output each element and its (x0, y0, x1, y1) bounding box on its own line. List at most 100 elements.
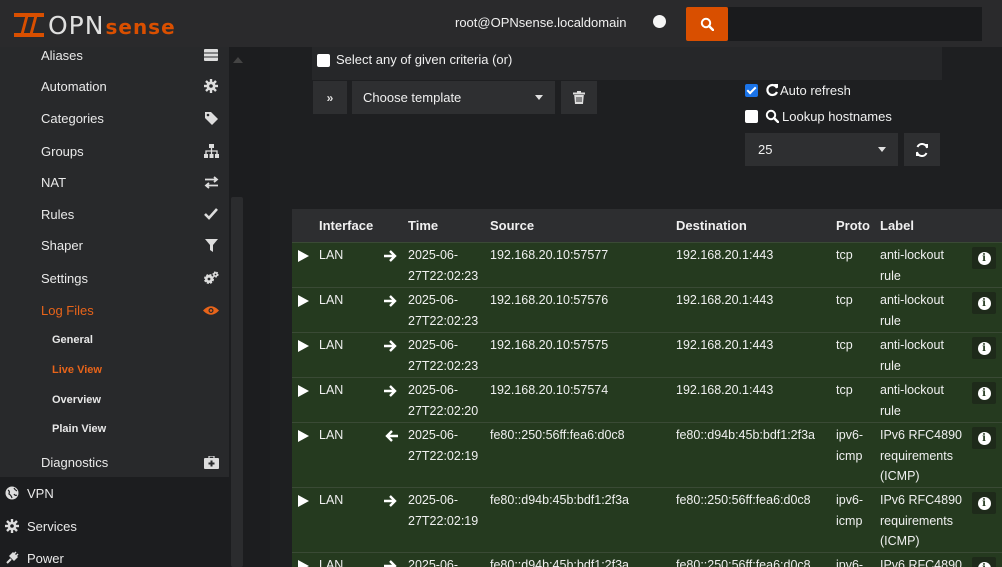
page-size-select[interactable]: 25 (745, 133, 898, 166)
sidebar-item-groups[interactable]: Groups (0, 135, 229, 167)
info-icon: i (977, 431, 991, 445)
play-icon[interactable] (298, 430, 309, 442)
sidebar-item-label: Rules (41, 206, 75, 222)
row-info-button[interactable]: i (972, 247, 996, 269)
play-icon[interactable] (298, 250, 309, 262)
delete-template-button[interactable] (561, 81, 597, 114)
play-icon[interactable] (298, 385, 309, 397)
criteria-or-checkbox[interactable] (317, 54, 330, 67)
status-indicator[interactable] (653, 15, 666, 28)
sidebar-item-power[interactable]: Power (0, 542, 229, 567)
opnsense-logo[interactable]: OPNsense (14, 10, 176, 40)
row-info-button[interactable]: i (972, 337, 996, 359)
table-row[interactable]: LAN 2025-06- 27T22:02:23 192.168.20.10:5… (292, 287, 1002, 332)
search-button[interactable] (686, 7, 728, 41)
search-input[interactable] (728, 7, 982, 41)
arrow-left-icon (385, 430, 398, 442)
sidebar-item-nat[interactable]: NAT (0, 166, 229, 198)
user-account-link[interactable]: root@OPNsense.localdomain (455, 15, 626, 30)
refresh-button[interactable] (904, 133, 940, 166)
play-icon[interactable] (298, 560, 309, 567)
sidebar-subitem-label: Live View (52, 364, 102, 376)
auto-refresh-label: Auto refresh (780, 83, 851, 98)
refresh-icon (766, 83, 779, 97)
row-info-button[interactable]: i (972, 427, 996, 449)
sidebar-subitem-label: General (52, 334, 93, 346)
row-info-button[interactable]: i (972, 382, 996, 404)
sidebar-subitem-live-view[interactable]: Live View (0, 355, 229, 385)
info-icon: i (977, 386, 991, 400)
sidebar-item-automation[interactable]: Automation (0, 70, 229, 102)
row-proto: icmp (836, 514, 863, 528)
sidebar-item-label: VPN (27, 485, 54, 501)
sidebar-item-diagnostics[interactable]: Diagnostics (0, 446, 229, 478)
sidebar-item-services[interactable]: Services (0, 510, 229, 542)
table-row[interactable]: LAN 2025-06- 27T22:02:23 192.168.20.10:5… (292, 332, 1002, 377)
sidebar-subitem-general[interactable]: General (0, 325, 229, 355)
row-proto: tcp (836, 293, 853, 307)
row-destination: 192.168.20.1:443 (676, 383, 774, 397)
sidebar-subitem-plain-view[interactable]: Plain View (0, 414, 229, 444)
row-source: 192.168.20.10:57574 (490, 383, 609, 397)
arrow-right-icon (384, 495, 397, 507)
sidebar-item-settings[interactable]: Settings (0, 262, 229, 294)
sidebar-item-rules[interactable]: Rules (0, 198, 229, 230)
expand-filters-button[interactable]: » (313, 81, 347, 114)
info-icon: i (977, 341, 991, 355)
sidebar-item-aliases[interactable]: Aliases (0, 47, 229, 71)
sidebar-item-categories[interactable]: Categories (0, 102, 229, 134)
row-destination: 192.168.20.1:443 (676, 293, 774, 307)
column-header-source[interactable]: Source (490, 218, 534, 233)
play-icon[interactable] (298, 295, 309, 307)
row-destination: fe80::250:56ff:fea6:d0c8 (676, 493, 811, 507)
table-row[interactable]: LAN 2025-06- 27T22:02:20 192.168.20.10:5… (292, 377, 1002, 422)
row-source: 192.168.20.10:57575 (490, 338, 609, 352)
sidebar-subitem-overview[interactable]: Overview (0, 385, 229, 415)
table-row[interactable]: LAN 2025-06- 27T22:02:23 192.168.20.10:5… (292, 242, 1002, 287)
play-icon[interactable] (298, 495, 309, 507)
row-time-clock: 27T22:02:20 (408, 404, 479, 418)
criteria-or-label: Select any of given criteria (or) (336, 52, 513, 67)
row-label: anti-lockout (880, 248, 944, 262)
row-time-clock: 27T22:02:23 (408, 314, 479, 328)
sidebar-item-log-files[interactable]: Log Files (0, 294, 229, 326)
table-header: Interface Time Source Destination Proto … (292, 209, 1002, 242)
lookup-hostnames-label: Lookup hostnames (782, 109, 892, 124)
logo-text: OPNsense (48, 10, 176, 40)
table-row[interactable]: LAN 2025-06- 27T22:02:19 fe80::250:56ff:… (292, 422, 1002, 487)
row-label: IPv6 RFC4890 (880, 493, 962, 507)
row-info-button[interactable]: i (972, 292, 996, 314)
row-destination: fe80::250:56ff:fea6:d0c8 (676, 558, 811, 567)
row-label: IPv6 RFC4890 (880, 428, 962, 442)
lookup-hostnames-checkbox[interactable] (745, 110, 758, 123)
sidebar-item-vpn[interactable]: VPN (0, 477, 229, 509)
row-proto: ipv6- (836, 493, 864, 507)
column-header-destination[interactable]: Destination (676, 218, 747, 233)
row-source: fe80::250:56ff:fea6:d0c8 (490, 428, 625, 442)
template-select[interactable]: Choose template (352, 81, 555, 114)
scroll-up-arrow[interactable] (233, 57, 243, 63)
column-header-time[interactable]: Time (408, 218, 438, 233)
row-info-button[interactable]: i (972, 557, 996, 567)
column-header-label[interactable]: Label (880, 218, 914, 233)
row-info-button[interactable]: i (972, 492, 996, 514)
play-icon[interactable] (298, 340, 309, 352)
sidebar-scrollbar[interactable] (231, 197, 243, 567)
search-icon (765, 109, 779, 123)
sidebar-item-shaper[interactable]: Shaper (0, 229, 229, 261)
column-header-interface[interactable]: Interface (319, 218, 373, 233)
row-destination: 192.168.20.1:443 (676, 248, 774, 262)
row-interface: LAN (319, 558, 344, 567)
row-destination: fe80::d94b:45b:bdf1:2f3a (676, 428, 816, 442)
auto-refresh-checkbox[interactable] (745, 84, 758, 97)
table-row[interactable]: LAN 2025-06- fe80::d94b:45b:bdf1:2f3a fe… (292, 552, 1002, 567)
sidebar-subitem-label: Plain View (52, 423, 107, 435)
table-row[interactable]: LAN 2025-06- 27T22:02:19 fe80::d94b:45b:… (292, 487, 1002, 552)
column-header-proto[interactable]: Proto (836, 218, 870, 233)
row-time-date: 2025-06- (408, 493, 459, 507)
check-icon (203, 206, 219, 222)
live-log-table: Interface Time Source Destination Proto … (292, 209, 1002, 567)
row-time-date: 2025-06- (408, 248, 459, 262)
row-interface: LAN (319, 383, 344, 397)
row-label: (ICMP) (880, 534, 920, 548)
